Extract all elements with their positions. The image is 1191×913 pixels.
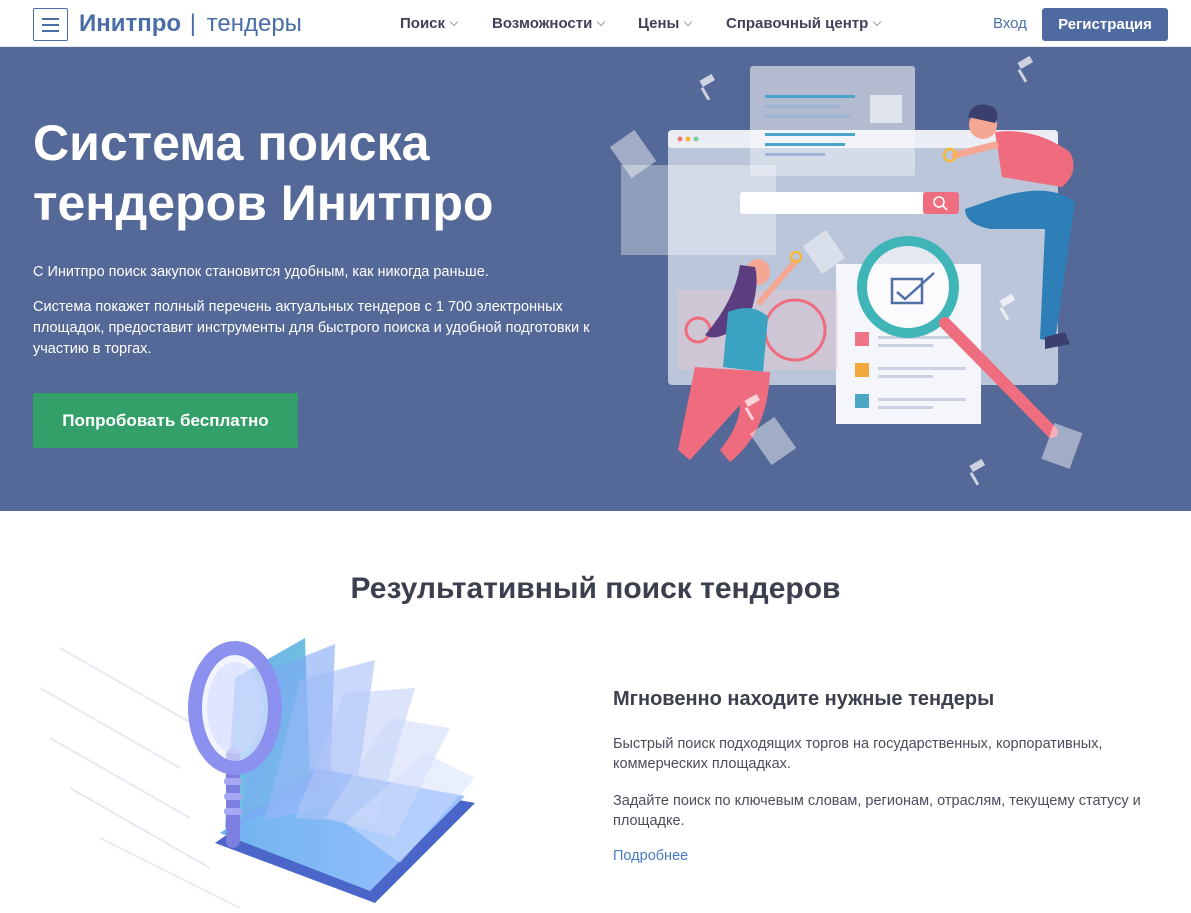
menu-icon[interactable] (33, 8, 68, 41)
nav-item-label: Справочный центр (726, 15, 869, 32)
hero-banner: Система поиска тендеров Инитпро С Инитпр… (0, 47, 1191, 511)
hero-title-line: Система поиска (33, 115, 430, 171)
section-title: Результативный поиск тендеров (350, 572, 841, 605)
search-bar (740, 192, 925, 214)
nav-item-label: Поиск (400, 15, 446, 32)
chevron-down-icon (873, 17, 882, 27)
feature-paragraph: Задайте поиск по ключевым словам, регион… (613, 793, 1141, 829)
nav-item-label: Цены (638, 15, 680, 32)
nav-item-search[interactable]: Поиск (400, 15, 459, 32)
book-magnifier-illustration (40, 638, 475, 909)
nav-item-help-center[interactable]: Справочный центр (726, 15, 882, 32)
hero-title-line: тендеров Инитпро (33, 175, 494, 231)
logo-subtitle: тендеры (206, 10, 302, 37)
logo-brand: Инитпро (79, 10, 182, 37)
more-link[interactable]: Подробнее (613, 848, 688, 864)
nav-item-label: Возможности (492, 15, 593, 32)
hero-description: Система покажет полный перечень актуальн… (33, 299, 590, 357)
feature-title: Мгновенно находите нужные тендеры (613, 688, 995, 710)
register-button[interactable]: Регистрация (1042, 8, 1168, 41)
logo-separator: | (189, 10, 196, 37)
chevron-down-icon (449, 17, 459, 27)
magnifier-icon (857, 236, 959, 338)
nav-item-features[interactable]: Возможности (492, 15, 606, 32)
login-link[interactable]: Вход (993, 15, 1027, 32)
hero-title: Система поиска тендеров Инитпро (33, 113, 593, 233)
nav-item-prices[interactable]: Цены (638, 15, 693, 32)
try-free-button[interactable]: Попробовать бесплатно (33, 393, 298, 448)
logo[interactable]: Инитпро | тендеры (79, 10, 302, 38)
tender-search-illustration (609, 55, 1083, 486)
hero-lead: С Инитпро поиск закупок становится удобн… (33, 264, 489, 280)
chevron-down-icon (684, 17, 693, 27)
site-header: Инитпро | тендеры Поиск Возможности Цены… (0, 0, 1191, 47)
chevron-down-icon (597, 17, 606, 27)
feature-paragraph: Быстрый поиск подходящих торгов на госуд… (613, 736, 1103, 772)
